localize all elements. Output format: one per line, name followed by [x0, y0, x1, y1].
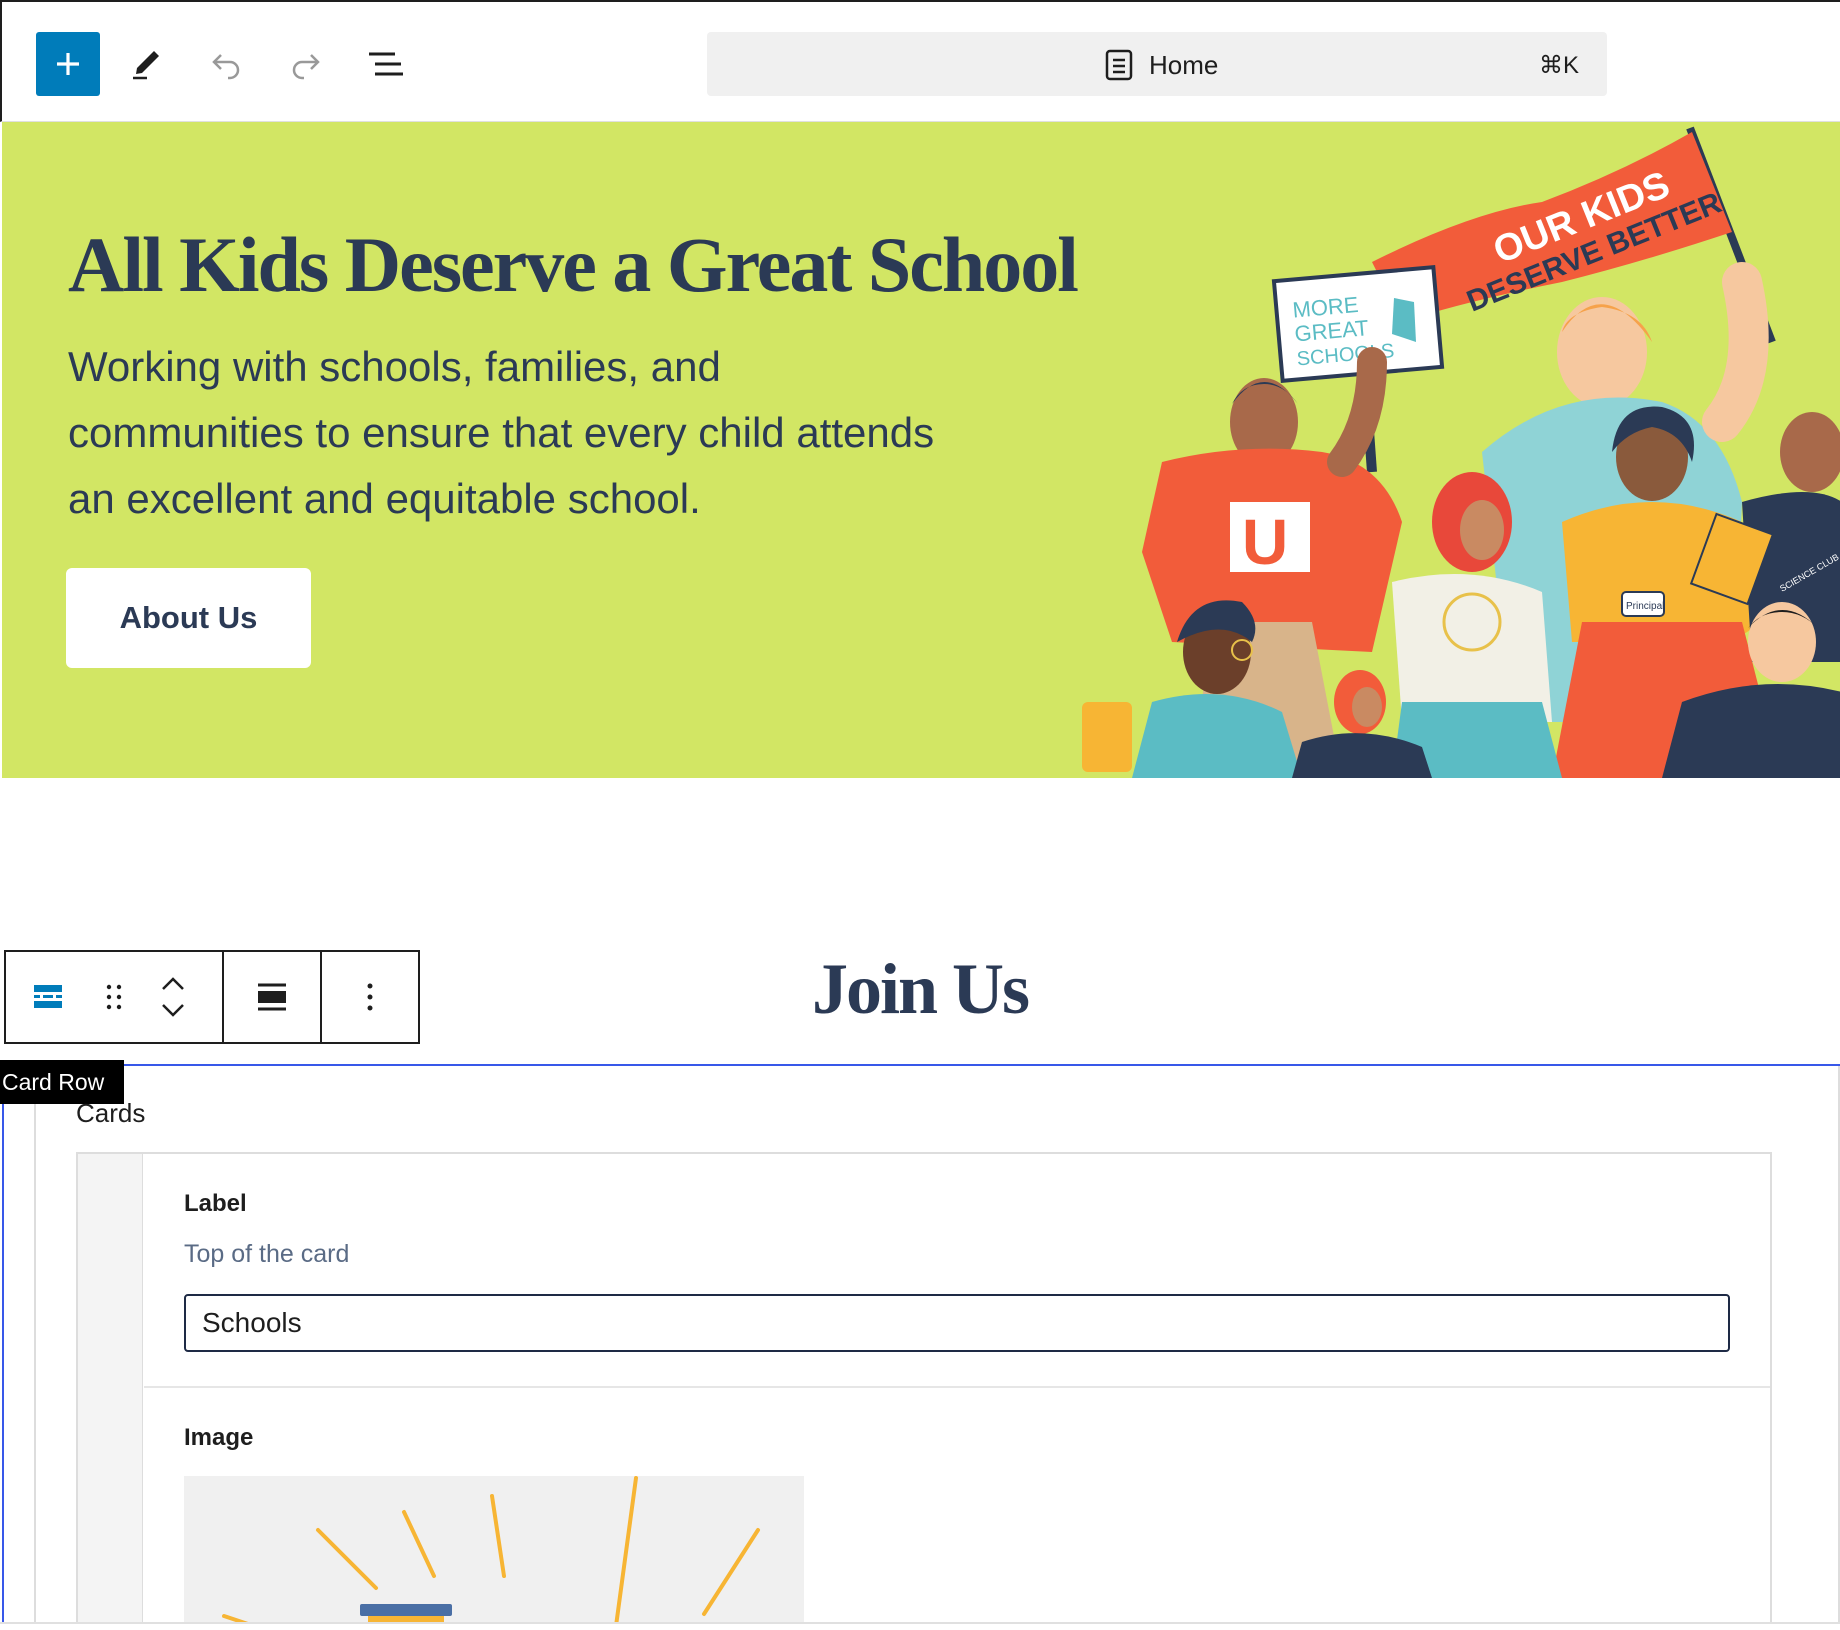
options-button[interactable] [322, 952, 418, 1042]
hero-text[interactable]: Working with schools, families, and comm… [68, 334, 968, 532]
label-input[interactable] [184, 1294, 1730, 1352]
plus-icon [57, 53, 79, 75]
block-toolbar-group-align [224, 952, 322, 1042]
drag-handle-button[interactable] [90, 952, 138, 1042]
person-head [1557, 297, 1647, 407]
shortcut-hint: ⌘K [1538, 52, 1579, 79]
document-title: Home [1149, 50, 1219, 80]
add-block-button[interactable] [36, 32, 100, 96]
card-row-icon [34, 985, 62, 1008]
person-face [1460, 500, 1504, 560]
image-field-label: Image [184, 1424, 254, 1451]
label-field-label: Label [184, 1190, 247, 1217]
block-toolbar-group-main [6, 952, 224, 1042]
badge-text: Principal [1626, 601, 1664, 612]
hero-section[interactable]: All Kids Deserve a Great School Working … [2, 122, 1840, 778]
undo-button[interactable] [194, 32, 258, 96]
person-arm [1702, 262, 1769, 442]
redo-icon [292, 54, 320, 80]
image-preview[interactable] [184, 1476, 804, 1628]
editor-top-toolbar: Home ⌘K [0, 0, 1840, 122]
label-field-description: Top of the card [184, 1240, 350, 1268]
person-body [1392, 574, 1552, 722]
block-type-button[interactable] [6, 952, 90, 1042]
hero-illustration: OUR KIDS DESERVE BETTER MORE GREAT SCHOO… [1082, 126, 1840, 778]
field-divider [144, 1386, 1770, 1388]
tools-button[interactable] [114, 32, 178, 96]
drag-handle-icon [106, 984, 122, 1010]
about-us-button[interactable]: About Us [66, 568, 311, 668]
shirt-letter: U [1242, 506, 1288, 578]
list-view-icon [369, 52, 403, 76]
block-toolbar-group-options [322, 952, 418, 1042]
person-head [1748, 602, 1816, 682]
cards-title: Cards [76, 1098, 146, 1128]
list-view-button[interactable] [354, 32, 418, 96]
backpack [1082, 702, 1132, 772]
repeater-drag-handle[interactable] [78, 1154, 143, 1628]
block-toolbar [4, 950, 420, 1044]
command-palette-button[interactable]: Home ⌘K [707, 32, 1607, 96]
align-button[interactable] [224, 952, 320, 1042]
person-head [1780, 412, 1840, 492]
chevron-up-icon[interactable] [159, 973, 187, 997]
pencil-icon [133, 51, 159, 80]
card-image-illustration [222, 1476, 760, 1628]
viewport-bottom-edge [0, 1622, 1840, 1630]
align-wide-icon [258, 983, 286, 1011]
redo-button[interactable] [274, 32, 338, 96]
undo-icon [212, 54, 240, 80]
chevron-down-icon[interactable] [159, 997, 187, 1021]
page-icon [1105, 49, 1133, 81]
move-buttons [138, 952, 208, 1042]
person-face [1352, 687, 1382, 727]
hero-title[interactable]: All Kids Deserve a Great School [68, 220, 1079, 310]
more-vertical-icon [367, 983, 373, 1011]
